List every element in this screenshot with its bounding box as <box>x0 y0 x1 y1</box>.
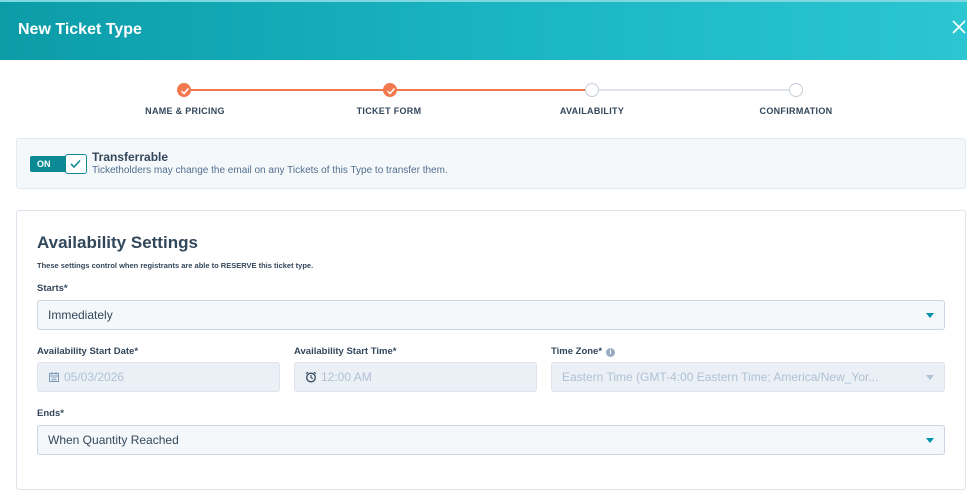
step-connector <box>390 89 592 91</box>
calendar-icon <box>49 372 59 382</box>
info-icon[interactable]: i <box>606 348 616 357</box>
toggle-knob[interactable] <box>65 154 87 174</box>
step-label-ticket-form: TICKET FORM <box>356 106 422 116</box>
ends-label: Ends* <box>37 408 64 419</box>
step-label-name-pricing: NAME & PRICING <box>145 106 225 116</box>
step-dot-ticket-form <box>383 83 397 97</box>
starts-value: Immediately <box>48 308 113 322</box>
modal-title: New Ticket Type <box>18 21 142 38</box>
time-zone-label-wrap: Time Zone* i <box>551 346 616 357</box>
start-time-label: Availability Start Time* <box>294 346 397 357</box>
step-label-confirmation: CONFIRMATION <box>759 106 833 116</box>
transferrable-title: Transferrable <box>92 150 169 164</box>
start-date-label: Availability Start Date* <box>37 346 139 357</box>
start-time-input[interactable]: 12:00 AM <box>294 362 537 392</box>
checkmark-icon <box>70 159 81 169</box>
checkmark-icon <box>180 87 190 95</box>
step-dot-confirmation <box>789 83 803 97</box>
starts-label: Starts* <box>37 283 68 294</box>
chevron-down-icon <box>926 438 934 443</box>
chevron-down-icon <box>926 313 934 318</box>
step-dot-availability <box>585 83 599 97</box>
step-dot-name-pricing <box>177 83 191 97</box>
starts-select[interactable]: Immediately <box>37 300 945 330</box>
ends-select[interactable]: When Quantity Reached <box>37 425 945 455</box>
modal-header: New Ticket Type <box>0 0 967 60</box>
chevron-down-icon <box>926 375 934 380</box>
close-icon[interactable] <box>951 19 967 41</box>
transferrable-panel: ON Transferrable Ticketholders may chang… <box>16 138 966 189</box>
step-label-availability: AVAILABILITY <box>559 106 625 116</box>
progress-stepper: NAME & PRICING TICKET FORM AVAILABILITY … <box>0 60 967 130</box>
start-time-value: 12:00 AM <box>321 370 372 384</box>
availability-settings-card: Availability Settings These settings con… <box>16 210 966 490</box>
ends-value: When Quantity Reached <box>48 433 179 447</box>
clock-icon <box>305 371 317 383</box>
start-date-value: 05/03/2026 <box>64 370 125 384</box>
step-connector <box>190 89 390 91</box>
time-zone-value: Eastern Time (GMT-4:00 Eastern Time; Ame… <box>562 370 879 384</box>
transferrable-description: Ticketholders may change the email on an… <box>92 165 448 176</box>
time-zone-label: Time Zone* <box>551 346 603 357</box>
section-subtitle: These settings control when registrants … <box>37 261 314 270</box>
section-title: Availability Settings <box>37 233 198 252</box>
time-zone-select[interactable]: Eastern Time (GMT-4:00 Eastern Time; Ame… <box>551 362 945 392</box>
checkmark-icon <box>386 87 396 95</box>
start-date-input[interactable]: 05/03/2026 <box>37 362 280 392</box>
step-connector <box>592 89 796 91</box>
